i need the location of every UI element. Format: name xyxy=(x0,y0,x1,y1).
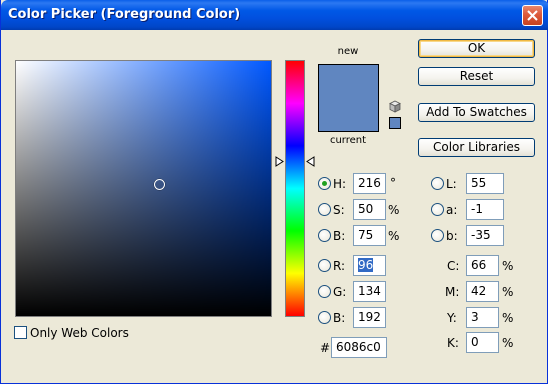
b-channel-field[interactable]: -35 xyxy=(466,225,504,246)
saturation-label: S: xyxy=(333,203,345,217)
color-preview-swatch xyxy=(318,64,379,132)
current-color-swatch[interactable] xyxy=(319,98,378,131)
hex-field[interactable]: 6086c0 xyxy=(331,337,387,358)
web-safe-swatch[interactable] xyxy=(389,117,401,129)
red-label: R: xyxy=(333,259,346,273)
hex-label: # xyxy=(320,341,331,355)
yellow-field[interactable]: 3 xyxy=(466,307,499,328)
color-field-value xyxy=(16,61,271,316)
a-channel-label: a: xyxy=(446,203,458,217)
magenta-label: M: xyxy=(445,285,460,299)
green-field[interactable]: 134 xyxy=(353,281,386,302)
hue-radio[interactable] xyxy=(318,177,331,190)
only-web-colors-checkbox[interactable] xyxy=(14,326,27,339)
a-channel-field[interactable]: -1 xyxy=(466,199,504,220)
color-libraries-button[interactable]: Color Libraries xyxy=(418,138,535,157)
close-button[interactable] xyxy=(522,5,543,26)
only-web-colors-label[interactable]: Only Web Colors xyxy=(30,326,129,340)
blue-field[interactable]: 192 xyxy=(353,307,386,328)
a-channel-radio[interactable] xyxy=(431,203,444,216)
yellow-label: Y: xyxy=(447,311,457,325)
hue-label: H: xyxy=(333,177,347,191)
cyan-unit: % xyxy=(502,259,514,273)
saturation-radio[interactable] xyxy=(318,203,331,216)
hue-slider-left-arrow-icon[interactable] xyxy=(275,156,284,167)
black-label: K: xyxy=(447,336,459,350)
black-field[interactable]: 0 xyxy=(466,332,499,353)
reset-button[interactable]: Reset xyxy=(418,67,535,86)
red-field[interactable]: 96 xyxy=(353,255,386,276)
green-label: G: xyxy=(333,285,347,299)
saturation-field[interactable]: 50 xyxy=(353,199,386,220)
lightness-field[interactable]: 55 xyxy=(466,173,504,194)
hue-field[interactable]: 216 xyxy=(353,173,386,194)
new-color-label: new xyxy=(337,46,359,57)
color-field-marker[interactable] xyxy=(154,179,165,190)
brightness-field[interactable]: 75 xyxy=(353,225,386,246)
hue-slider-right-arrow-icon[interactable] xyxy=(306,156,315,167)
brightness-label: B: xyxy=(333,229,346,243)
red-radio[interactable] xyxy=(318,259,331,272)
window-title: Color Picker (Foreground Color) xyxy=(8,7,241,22)
cyan-field[interactable]: 66 xyxy=(466,255,499,276)
brightness-unit: % xyxy=(388,229,400,243)
current-color-label: current xyxy=(329,135,367,146)
yellow-unit: % xyxy=(502,311,514,325)
hue-slider[interactable] xyxy=(285,60,305,317)
new-color-swatch xyxy=(319,65,378,98)
black-unit: % xyxy=(502,336,514,350)
color-picker-dialog: Color Picker (Foreground Color) new curr… xyxy=(0,0,548,384)
blue-radio[interactable] xyxy=(318,311,331,324)
ok-button[interactable]: OK xyxy=(418,39,535,58)
b-channel-radio[interactable] xyxy=(431,229,444,242)
red-value-selection: 96 xyxy=(358,258,374,272)
color-field[interactable] xyxy=(15,60,272,317)
blue-label: B: xyxy=(333,311,346,325)
lightness-label: L: xyxy=(446,177,457,191)
green-radio[interactable] xyxy=(318,285,331,298)
brightness-radio[interactable] xyxy=(318,229,331,242)
title-bar[interactable]: Color Picker (Foreground Color) xyxy=(1,0,548,30)
close-icon xyxy=(527,10,538,21)
add-to-swatches-button[interactable]: Add To Swatches xyxy=(418,103,535,122)
web-safe-cube-icon[interactable] xyxy=(389,100,401,113)
magenta-field[interactable]: 42 xyxy=(466,281,499,302)
cyan-label: C: xyxy=(447,259,460,273)
b-channel-label: b: xyxy=(446,229,458,243)
saturation-unit: % xyxy=(388,203,400,217)
magenta-unit: % xyxy=(502,285,514,299)
hue-unit: ° xyxy=(390,176,396,190)
lightness-radio[interactable] xyxy=(431,177,444,190)
